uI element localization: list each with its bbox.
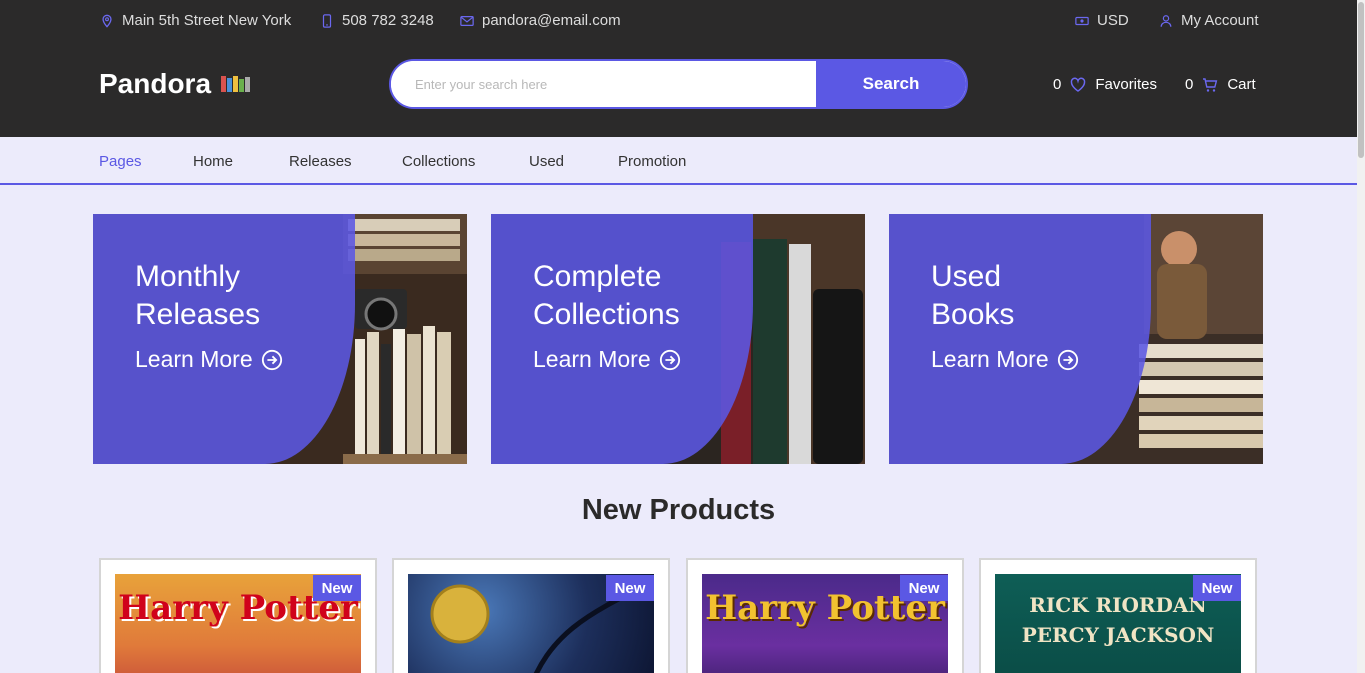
new-badge: New bbox=[900, 575, 948, 601]
phone-text: 508 782 3248 bbox=[342, 12, 434, 29]
favorites-count: 0 bbox=[1053, 76, 1062, 93]
envelope-icon bbox=[460, 15, 474, 26]
product-card[interactable]: New RICK RIORDAN PERCY JACKSON bbox=[979, 558, 1257, 673]
currency-selector[interactable]: USD bbox=[1075, 12, 1129, 29]
banner-used-books[interactable]: Used Books Learn More bbox=[889, 214, 1263, 464]
section-title-new-products: New Products bbox=[581, 494, 776, 526]
learn-more-link[interactable]: Learn More bbox=[533, 346, 681, 373]
search-button[interactable]: Search bbox=[816, 61, 966, 107]
favorites-link[interactable]: 0 Favorites bbox=[1053, 76, 1157, 93]
learn-more-label: Learn More bbox=[135, 346, 253, 372]
learn-more-label: Learn More bbox=[533, 346, 651, 372]
arrow-right-circle-icon bbox=[261, 349, 282, 370]
logo-text: Pandora bbox=[99, 68, 212, 99]
email-text: pandora@email.com bbox=[482, 12, 621, 29]
user-icon bbox=[1160, 14, 1172, 27]
search-form: Search bbox=[389, 59, 968, 109]
my-account-link[interactable]: My Account bbox=[1159, 12, 1259, 29]
learn-more-label: Learn More bbox=[931, 346, 1049, 372]
money-icon bbox=[1075, 16, 1089, 25]
address-info: Main 5th Street New York bbox=[100, 12, 291, 29]
search-input[interactable] bbox=[391, 61, 816, 107]
phone-info: 508 782 3248 bbox=[320, 12, 434, 29]
banner-overlay bbox=[491, 214, 753, 464]
banner-monthly-releases[interactable]: Monthly Releases Learn More bbox=[93, 214, 467, 464]
product-card[interactable]: New Harry Potter bbox=[99, 558, 377, 673]
currency-label: USD bbox=[1097, 12, 1129, 29]
site-header: Main 5th Street New York 508 782 3248 pa… bbox=[0, 0, 1357, 137]
new-badge: New bbox=[313, 575, 361, 601]
banner-overlay bbox=[93, 214, 355, 464]
banner-title: Monthly Releases bbox=[135, 260, 261, 331]
nav-item-pages[interactable]: Pages bbox=[99, 153, 142, 170]
nav-item-home[interactable]: Home bbox=[193, 153, 233, 170]
learn-more-link[interactable]: Learn More bbox=[135, 346, 283, 373]
arrow-right-circle-icon bbox=[1057, 349, 1078, 370]
email-info: pandora@email.com bbox=[460, 12, 621, 29]
scrollbar-thumb[interactable] bbox=[1358, 2, 1364, 158]
address-text: Main 5th Street New York bbox=[122, 12, 292, 29]
new-badge: New bbox=[1193, 575, 1241, 601]
location-pin-icon bbox=[102, 14, 112, 28]
phone-icon bbox=[322, 13, 332, 28]
books-logo-icon bbox=[221, 76, 251, 92]
banner-overlay bbox=[889, 214, 1151, 464]
new-badge: New bbox=[606, 575, 654, 601]
product-card[interactable]: New bbox=[392, 558, 670, 673]
product-card[interactable]: New Harry Potter bbox=[686, 558, 964, 673]
nav-item-releases[interactable]: Releases bbox=[289, 153, 352, 170]
arrow-right-circle-icon bbox=[659, 349, 680, 370]
heart-icon bbox=[1071, 77, 1086, 92]
my-account-label: My Account bbox=[1181, 12, 1259, 29]
cart-icon bbox=[1203, 77, 1218, 92]
cart-count: 0 bbox=[1185, 76, 1194, 93]
cart-label: Cart bbox=[1227, 76, 1256, 93]
vertical-scrollbar[interactable] bbox=[1357, 0, 1365, 673]
nav-item-collections[interactable]: Collections bbox=[402, 153, 475, 170]
site-logo[interactable]: Pandora bbox=[99, 68, 251, 100]
banner-complete-collections[interactable]: Complete Collections Learn More bbox=[491, 214, 865, 464]
cart-link[interactable]: 0 Cart bbox=[1185, 76, 1256, 93]
nav-item-used[interactable]: Used bbox=[529, 153, 564, 170]
banner-title: Used Books bbox=[931, 260, 1015, 331]
main-nav: Pages Home Releases Collections Used Pro… bbox=[0, 137, 1357, 185]
favorites-label: Favorites bbox=[1095, 76, 1158, 93]
nav-item-promotion[interactable]: Promotion bbox=[618, 153, 686, 170]
banner-title: Complete Collections bbox=[533, 260, 680, 331]
learn-more-link[interactable]: Learn More bbox=[931, 346, 1079, 373]
